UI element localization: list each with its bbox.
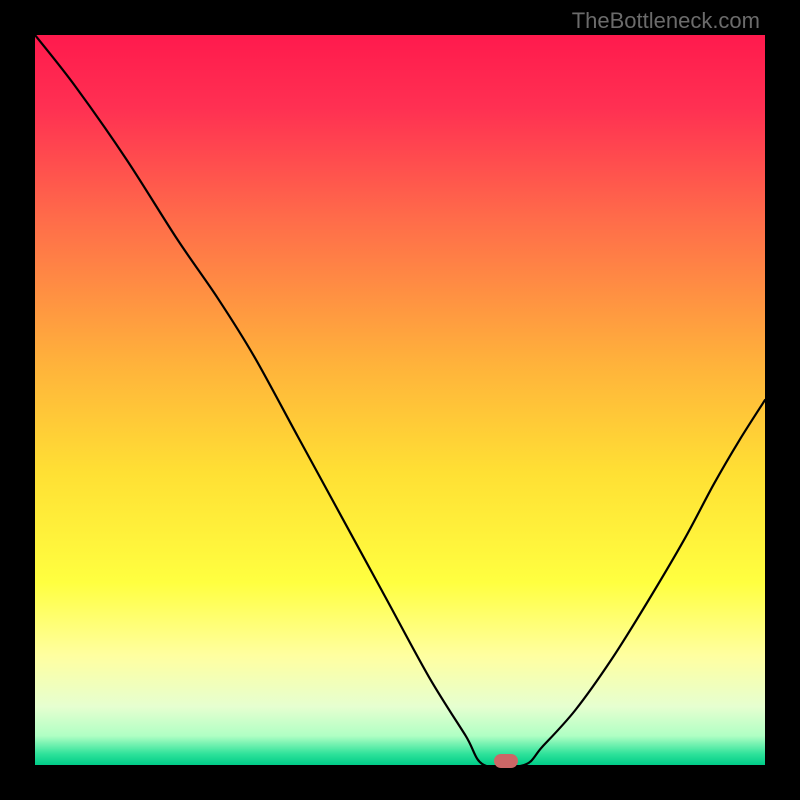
watermark-text: TheBottleneck.com [572,8,760,34]
plot-area [35,35,765,765]
bottleneck-curve [35,35,765,765]
optimum-marker [494,754,518,768]
